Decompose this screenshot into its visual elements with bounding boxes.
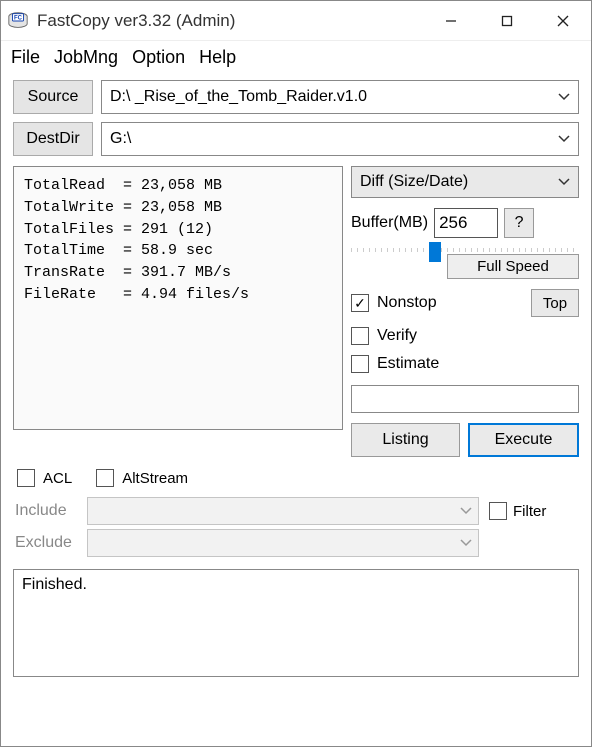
window-title: FastCopy ver3.32 (Admin) [37,11,423,31]
chevron-down-icon[interactable] [558,178,570,186]
verify-label: Verify [377,327,579,345]
chevron-down-icon[interactable] [558,93,570,101]
execute-button[interactable]: Execute [468,423,579,457]
maximize-button[interactable] [479,1,535,40]
include-label: Include [15,502,77,520]
mode-selected: Diff (Size/Date) [360,173,558,191]
top-button[interactable]: Top [531,289,579,317]
filter-check[interactable] [489,502,507,520]
info-field[interactable] [351,385,579,413]
menu-help[interactable]: Help [199,47,236,68]
acl-check[interactable] [17,469,35,487]
acl-label: ACL [43,470,72,487]
svg-text:FC: FC [14,15,23,21]
filter-label: Filter [513,503,546,520]
menu-file[interactable]: File [11,47,40,68]
mode-combo[interactable]: Diff (Size/Date) [351,166,579,198]
menu-jobmng[interactable]: JobMng [54,47,118,68]
destdir-button[interactable]: DestDir [13,122,93,156]
exclude-label: Exclude [15,534,77,552]
close-button[interactable] [535,1,591,40]
altstream-check[interactable] [96,469,114,487]
include-combo[interactable] [87,497,479,525]
destdir-path: G:\ [110,130,558,148]
chevron-down-icon[interactable] [460,507,472,515]
verify-check[interactable] [351,327,369,345]
nonstop-check[interactable] [351,294,369,312]
speed-slider-track[interactable] [351,248,579,252]
menu-option[interactable]: Option [132,47,185,68]
estimate-label: Estimate [377,355,579,373]
exclude-combo[interactable] [87,529,479,557]
buffer-help-button[interactable]: ? [504,208,534,238]
log-panel: Finished. [13,569,579,677]
buffer-input[interactable] [434,208,498,238]
listing-button[interactable]: Listing [351,423,460,457]
stats-panel: TotalRead = 23,058 MB TotalWrite = 23,05… [13,166,343,430]
chevron-down-icon[interactable] [558,135,570,143]
speed-label: Full Speed [447,254,579,279]
source-button[interactable]: Source [13,80,93,114]
nonstop-label: Nonstop [377,294,523,312]
chevron-down-icon[interactable] [460,539,472,547]
source-path: D:\ _Rise_of_the_Tomb_Raider.v1.0 [110,88,558,106]
altstream-label: AltStream [122,470,188,487]
buffer-label: Buffer(MB) [351,214,428,232]
app-icon: FC [7,10,29,32]
speed-slider-thumb[interactable] [429,242,441,262]
source-combo[interactable]: D:\ _Rise_of_the_Tomb_Raider.v1.0 [101,80,579,114]
minimize-button[interactable] [423,1,479,40]
destdir-combo[interactable]: G:\ [101,122,579,156]
estimate-check[interactable] [351,355,369,373]
